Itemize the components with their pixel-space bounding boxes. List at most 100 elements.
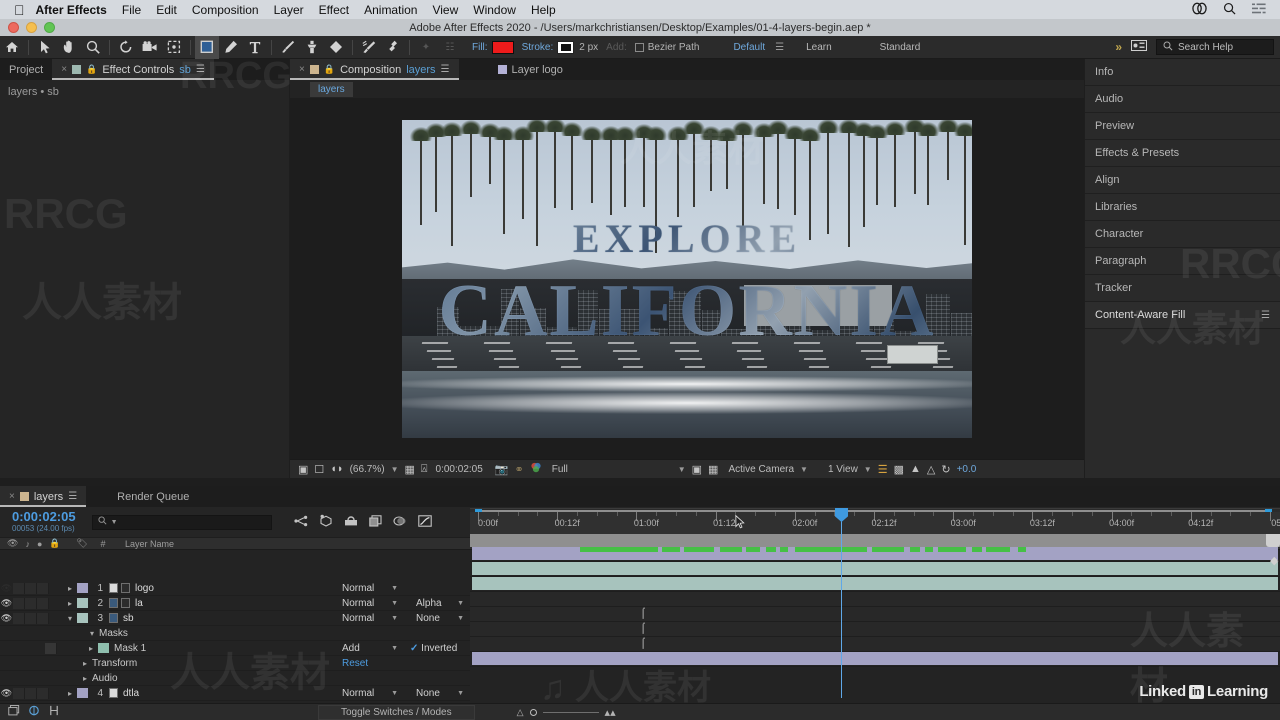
comp-flowchart-icon[interactable]: ▲ <box>910 463 921 475</box>
layer-trkmat-value[interactable]: Alpha <box>416 598 442 609</box>
clone-stamp-tool-icon[interactable] <box>300 36 324 59</box>
toggle-view-icon[interactable]: ☰ <box>878 463 888 476</box>
property-track-masks[interactable] <box>470 592 1280 607</box>
control-center-icon[interactable] <box>1252 3 1266 17</box>
menu-edit[interactable]: Edit <box>156 3 177 17</box>
panel-align[interactable]: Align <box>1085 167 1280 194</box>
brush-tool-icon[interactable] <box>276 36 300 59</box>
camera-tool-icon[interactable] <box>138 36 162 59</box>
align-grid-icon[interactable]: ☷ <box>438 36 462 59</box>
draft-3d-icon[interactable] <box>319 514 333 530</box>
workspace-menu-icon[interactable]: ☰ <box>775 42 784 53</box>
expand-twirl-icon[interactable]: ▸ <box>63 689 77 698</box>
close-icon[interactable]: × <box>9 491 15 502</box>
toggle-switches-modes-button[interactable]: Toggle Switches / Modes <box>318 704 475 720</box>
hand-tool-icon[interactable] <box>57 36 81 59</box>
puppet-pin-tool-icon[interactable] <box>381 36 405 59</box>
zoom-tool-icon[interactable] <box>81 36 105 59</box>
tab-render-queue[interactable]: Render Queue <box>108 486 198 507</box>
mask-icon[interactable]: ⍓ <box>421 463 428 476</box>
roto-brush-tool-icon[interactable] <box>357 36 381 59</box>
layer-row-la[interactable]: 👁 ▸ 2 la Normal ▼ Alpha ▼ <box>0 596 470 611</box>
lock-icon[interactable]: 🔒 <box>86 64 97 75</box>
layer-mode-value[interactable]: Normal <box>342 688 374 699</box>
expand-twirl-icon[interactable]: ▸ <box>63 599 77 608</box>
mask-color-swatch[interactable] <box>98 643 109 653</box>
panel-libraries[interactable]: Libraries <box>1085 194 1280 221</box>
view-count-value[interactable]: 1 View <box>828 464 858 475</box>
video-eye-icon[interactable]: 👁 <box>0 583 13 594</box>
layer-trkmat-value[interactable]: None <box>416 613 440 624</box>
timeline-zoom-slider[interactable]: △ ▴▴ <box>517 706 616 719</box>
tab-project[interactable]: Project <box>0 59 52 80</box>
time-navigator-bar[interactable] <box>470 534 1280 547</box>
layer-name-label[interactable]: dtla <box>123 688 342 699</box>
chevron-down-icon[interactable]: ▼ <box>111 519 118 526</box>
duration-bar-la[interactable] <box>470 562 1280 577</box>
layer-color-swatch[interactable] <box>77 598 88 608</box>
panel-audio[interactable]: Audio <box>1085 86 1280 113</box>
resolution-value[interactable]: Full <box>552 464 672 475</box>
view-layout-value[interactable]: Active Camera <box>728 464 794 475</box>
panel-effects-presets[interactable]: Effects & Presets <box>1085 140 1280 167</box>
snap-icon[interactable]: ✦ <box>414 36 438 59</box>
home-icon[interactable] <box>0 36 24 59</box>
collapse-twirl-icon[interactable]: ▾ <box>63 614 77 623</box>
expand-twirl-icon[interactable]: ▸ <box>63 584 77 593</box>
transparency-grid-icon[interactable]: ▦ <box>708 463 718 476</box>
menu-help[interactable]: Help <box>531 3 556 17</box>
pixel-aspect-icon[interactable]: △ <box>927 463 935 476</box>
composition-stage[interactable]: EXPLORE CALIFORNIA <box>290 98 1084 459</box>
search-help-settings-icon[interactable] <box>1131 40 1147 54</box>
layer-name-label[interactable]: la <box>135 598 342 609</box>
workspace-learn[interactable]: Learn <box>796 42 842 53</box>
hide-shy-layers-icon[interactable] <box>344 515 358 529</box>
comp-settings-icon[interactable] <box>48 705 60 719</box>
timecode-display[interactable]: 0:00:02:05 00053 (24.00 fps) <box>0 510 76 534</box>
property-track-audio[interactable]: ⌠ <box>470 637 1280 652</box>
spotlight-search-icon[interactable] <box>1223 2 1236 18</box>
layer-row-dtla[interactable]: 👁 ▸ 4 dtla Normal ▼ None ▼ <box>0 686 470 701</box>
menu-composition[interactable]: Composition <box>192 3 259 17</box>
snapshot-icon[interactable]: 📷 <box>495 463 509 476</box>
tab-effect-controls[interactable]: × 🔒 Effect Controls sb ☰ <box>52 59 214 80</box>
time-ruler[interactable]: 0:00f 00:12f 01:00f 01:12f 02:00f 02:12f 03:00… <box>470 512 1280 534</box>
video-eye-icon[interactable]: 👁 <box>0 598 13 609</box>
layer-mode-value[interactable]: Normal <box>342 598 374 609</box>
apple-menu-icon[interactable]:  <box>14 3 25 17</box>
video-eye-icon[interactable]: 👁 <box>0 688 13 699</box>
bezier-path-checkbox[interactable] <box>634 42 644 52</box>
panel-menu-icon[interactable]: ☰ <box>441 64 450 75</box>
panel-info[interactable]: Info <box>1085 59 1280 86</box>
region-of-interest-icon[interactable]: ▣ <box>692 463 702 476</box>
chevron-down-icon[interactable]: ▼ <box>391 465 399 474</box>
chevron-down-icon[interactable]: ▼ <box>864 465 872 474</box>
zoom-in-icon[interactable]: ▴▴ <box>605 706 616 719</box>
minimize-window-button[interactable] <box>26 22 37 33</box>
timeline-search-input[interactable]: ▼ <box>91 514 272 530</box>
search-help-input[interactable]: Search Help <box>1178 42 1233 53</box>
tab-composition[interactable]: × 🔒 Composition layers ☰ <box>290 59 459 80</box>
close-icon[interactable]: × <box>61 64 67 75</box>
shape-tool-icon[interactable] <box>195 35 219 59</box>
pan-behind-tool-icon[interactable] <box>162 36 186 59</box>
panel-menu-icon[interactable]: ☰ <box>1261 310 1270 321</box>
stroke-color-swatch[interactable] <box>557 40 575 54</box>
timeline-icon[interactable]: ▩ <box>894 463 904 476</box>
menu-app-name[interactable]: After Effects <box>36 3 107 17</box>
panel-tracker[interactable]: Tracker <box>1085 275 1280 302</box>
frame-blending-icon[interactable] <box>368 514 382 530</box>
exposure-value[interactable]: +0.0 <box>957 464 977 475</box>
panel-preview[interactable]: Preview <box>1085 113 1280 140</box>
maximize-window-button[interactable] <box>44 22 55 33</box>
lock-icon[interactable]: 🔒 <box>324 64 335 75</box>
property-audio[interactable]: ▸ Audio <box>0 671 470 686</box>
property-masks[interactable]: ▾ Masks <box>0 626 470 641</box>
panel-menu-icon[interactable]: ☰ <box>196 64 205 75</box>
show-snapshot-icon[interactable]: ⚭ <box>515 463 524 476</box>
pen-tool-icon[interactable] <box>219 36 243 59</box>
layer-color-swatch[interactable] <box>77 613 88 623</box>
layer-name-label[interactable]: logo <box>135 583 342 594</box>
menu-view[interactable]: View <box>432 3 458 17</box>
property-transform[interactable]: ▸ Transform Reset <box>0 656 470 671</box>
